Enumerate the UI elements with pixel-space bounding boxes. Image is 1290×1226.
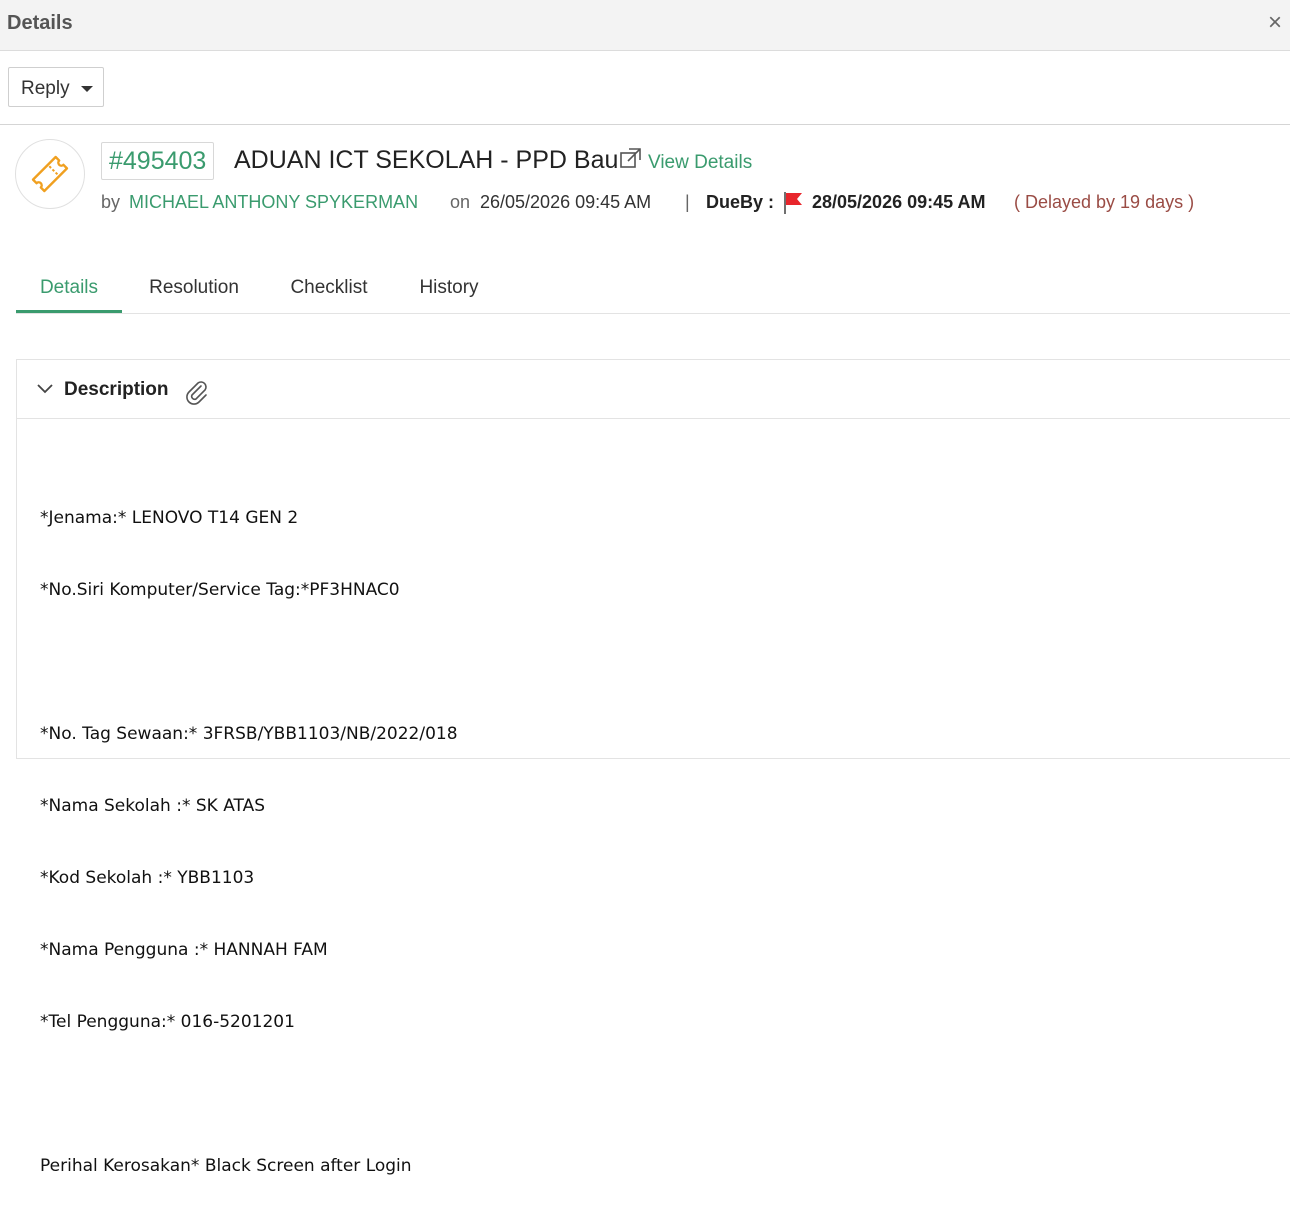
- paperclip-icon[interactable]: [184, 379, 210, 410]
- description-line: Perihal Kerosakan* Black Screen after Lo…: [40, 1156, 412, 1176]
- panel-title: Details: [7, 12, 73, 34]
- ticket-id-link[interactable]: #495403: [101, 142, 215, 180]
- chevron-down-icon: [81, 86, 93, 92]
- meta-separator: |: [685, 192, 690, 212]
- flag-icon: [783, 191, 805, 220]
- tab-bar: Details Resolution Checklist History: [16, 266, 1290, 314]
- reply-label: Reply: [21, 78, 70, 99]
- ticket-icon: [15, 139, 85, 209]
- dueby-label: DueBy :: [706, 192, 775, 212]
- tab-checklist[interactable]: Checklist: [278, 266, 380, 313]
- description-line: *Nama Pengguna :* HANNAH FAM: [40, 940, 328, 960]
- tab-history[interactable]: History: [406, 266, 492, 313]
- reply-button[interactable]: Reply: [8, 67, 104, 107]
- created-date: 26/05/2026 09:45 AM: [480, 192, 652, 212]
- external-link-icon[interactable]: [619, 146, 643, 175]
- description-line: *Nama Sekolah :* SK ATAS: [40, 796, 265, 816]
- description-line: *No.Siri Komputer/Service Tag:*PF3HNAC0: [40, 580, 400, 600]
- author-link[interactable]: MICHAEL ANTHONY SPYKERMAN: [129, 192, 418, 213]
- delay-indicator: ( Delayed by 19 days ): [1014, 192, 1195, 212]
- close-button[interactable]: ×: [1262, 10, 1288, 36]
- tab-resolution[interactable]: Resolution: [134, 266, 254, 313]
- on-label: on: [450, 192, 471, 212]
- tab-details[interactable]: Details: [16, 266, 122, 313]
- description-body: *Jenama:* LENOVO T14 GEN 2 *No.Siri Komp…: [40, 458, 458, 1226]
- chevron-down-icon[interactable]: [36, 382, 54, 400]
- description-line: *Kod Sekolah :* YBB1103: [40, 868, 255, 888]
- ticket-title: ADUAN ICT SEKOLAH - PPD Bau: [234, 146, 619, 174]
- description-line: [40, 1082, 458, 1106]
- by-label: by: [101, 192, 121, 212]
- description-line: *No. Tag Sewaan:* 3FRSB/YBB1103/NB/2022/…: [40, 724, 458, 744]
- view-details-link[interactable]: View Details: [648, 152, 752, 174]
- action-toolbar: Reply: [0, 51, 1290, 125]
- details-header-bar: Details ×: [0, 0, 1290, 51]
- description-line: *Jenama:* LENOVO T14 GEN 2: [40, 508, 299, 528]
- description-line: *Tel Pengguna:* 016-5201201: [40, 1012, 295, 1032]
- description-line: [40, 650, 458, 674]
- description-header: Description: [17, 360, 1290, 419]
- due-date: 28/05/2026 09:45 AM: [812, 192, 986, 212]
- description-panel: Description *Jenama:* LENOVO T14 GEN 2 *…: [16, 359, 1290, 1176]
- description-title: Description: [64, 379, 169, 400]
